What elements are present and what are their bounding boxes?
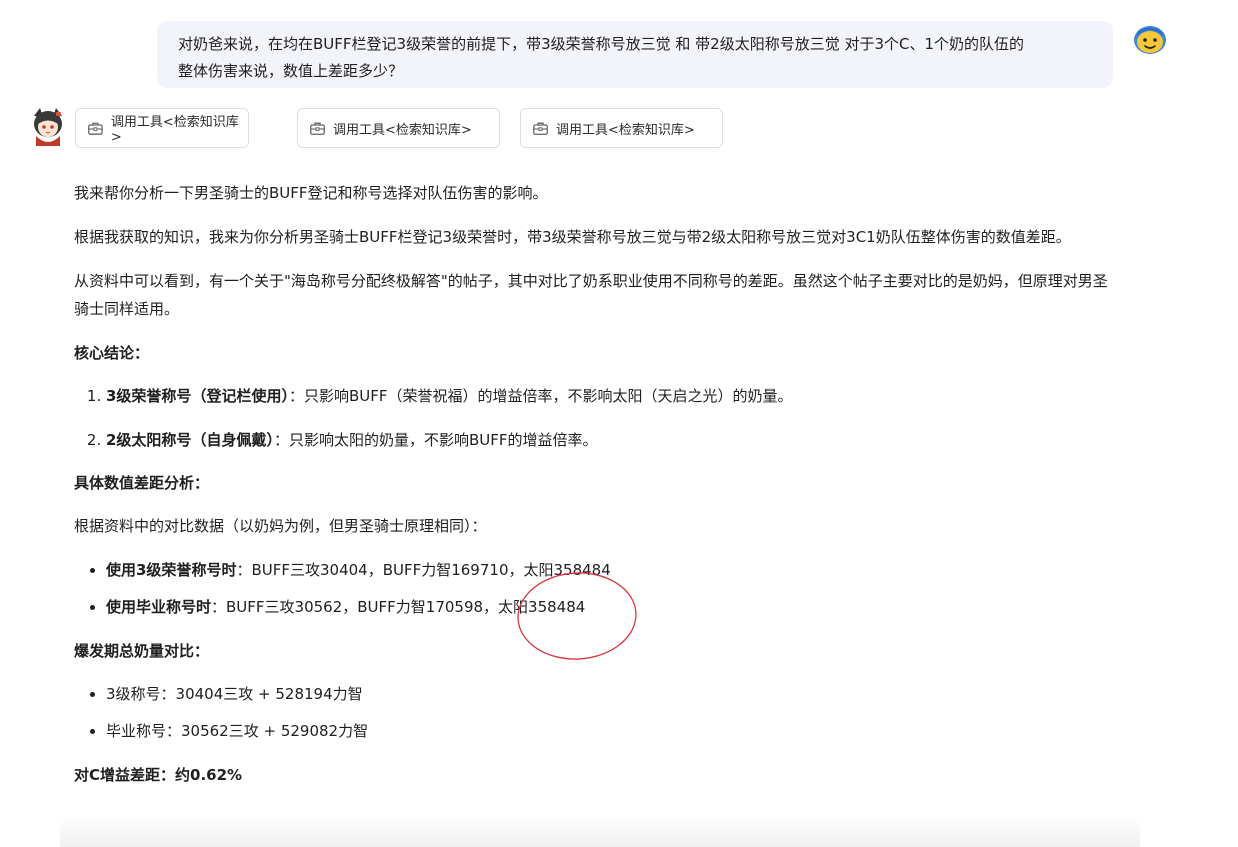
analysis-intro: 根据资料中的对比数据（以奶妈为例，但男圣骑士原理相同）： xyxy=(74,517,487,535)
conclusion-item-title: 3级荣誉称号（登记栏使用） xyxy=(106,387,289,405)
tool-call-label: 调用工具<检索知识库> xyxy=(556,122,695,138)
conclusion-item-2: 2级太阳称号（自身佩戴）：只影响太阳的奶量，不影响BUFF的增益倍率。 xyxy=(106,426,1119,454)
answer-intro: 我来帮你分析一下男圣骑士的BUFF登记和称号选择对队伍伤害的影响。 xyxy=(74,184,548,202)
conclusion-item-title: 2级太阳称号（自身佩戴） xyxy=(106,431,274,449)
input-area-fade xyxy=(60,813,1140,847)
conclusion-list: 3级荣誉称号（登记栏使用）：只影响BUFF（荣誉祝福）的增益倍率，不影响太阳（天… xyxy=(74,382,1119,454)
analysis-heading: 具体数值差距分析： xyxy=(74,474,210,492)
burst-item-1: 3级称号：30404三攻 + 528194力智 xyxy=(106,680,1119,708)
burst-item-2: 毕业称号：30562三攻 + 529082力智 xyxy=(106,717,1119,745)
answer-paragraph-3: 从资料中可以看到，有一个关于"海岛称号分配终极解答"的帖子，其中对比了奶系职业使… xyxy=(74,272,1108,318)
user-message-line-2: 整体伤害来说，数值上差距多少？ xyxy=(178,62,404,80)
comparison-item-title: 使用3级荣誉称号时 xyxy=(106,561,237,579)
burst-list: 3级称号：30404三攻 + 528194力智 毕业称号：30562三攻 + 5… xyxy=(74,680,1119,745)
conclusion-item-text: ：只影响BUFF（荣誉祝福）的增益倍率，不影响太阳（天启之光）的奶量。 xyxy=(288,387,793,405)
toolbox-icon xyxy=(88,122,103,135)
toolbox-icon xyxy=(533,122,548,135)
comparison-item-title: 使用毕业称号时 xyxy=(106,598,212,616)
user-message-bubble: 对奶爸来说，在均在BUFF栏登记3级荣誉的前提下，带3级荣誉称号放三觉 和 带2… xyxy=(157,21,1113,88)
assistant-answer: 我来帮你分析一下男圣骑士的BUFF登记和称号选择对队伍伤害的影响。 根据我获取的… xyxy=(74,179,1119,804)
user-avatar[interactable] xyxy=(1132,24,1168,56)
toolbox-icon xyxy=(310,122,325,135)
answer-paragraph-2: 根据我获取的知识，我来为你分析男圣骑士BUFF栏登记3级荣誉时，带3级荣誉称号放… xyxy=(74,228,1071,246)
user-message-line-1: 对奶爸来说，在均在BUFF栏登记3级荣誉的前提下，带3级荣誉称号放三觉 和 带2… xyxy=(178,35,1025,53)
damage-difference: 对C增益差距：约0.62% xyxy=(74,766,243,784)
chat-page: 对奶爸来说，在均在BUFF栏登记3级荣誉的前提下，带3级荣誉称号放三觉 和 带2… xyxy=(0,0,1238,847)
annotation-ellipse xyxy=(517,572,637,660)
tool-call-chip-2[interactable]: 调用工具<检索知识库> xyxy=(297,108,500,148)
conclusion-item-text: ：只影响太阳的奶量，不影响BUFF的增益倍率。 xyxy=(273,431,598,449)
tool-call-chip-1[interactable]: 调用工具<检索知识库> xyxy=(75,108,249,148)
tool-call-label: 调用工具<检索知识库> xyxy=(110,115,239,145)
tool-call-chip-3[interactable]: 调用工具<检索知识库> xyxy=(520,108,723,148)
tool-call-label: 调用工具<检索知识库> xyxy=(333,122,472,138)
conclusion-item-1: 3级荣誉称号（登记栏使用）：只影响BUFF（荣誉祝福）的增益倍率，不影响太阳（天… xyxy=(106,382,1119,410)
assistant-avatar xyxy=(34,108,62,146)
core-conclusion-heading: 核心结论： xyxy=(74,344,150,362)
